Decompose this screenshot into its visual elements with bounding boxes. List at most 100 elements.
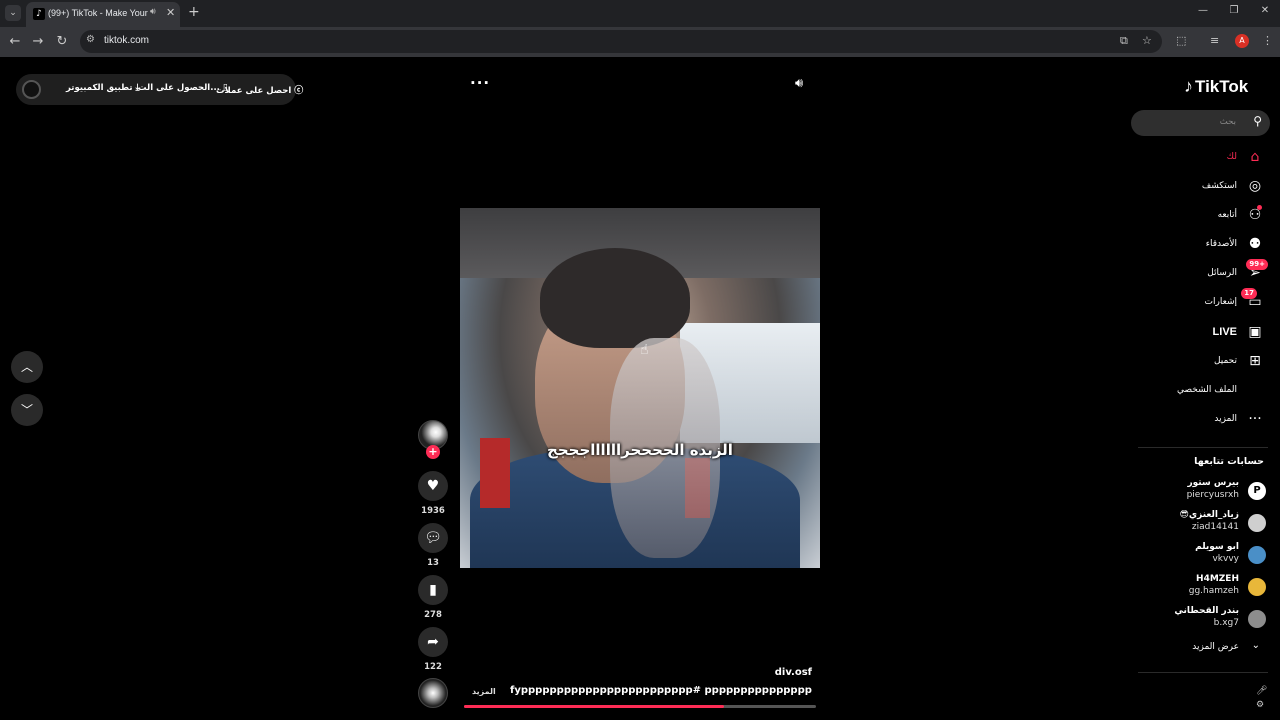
- install-app-icon[interactable]: ⧉: [1120, 34, 1128, 48]
- avatar: [1248, 546, 1266, 564]
- video-player[interactable]: الزبده الححححرااااااجججج ☝: [460, 208, 820, 568]
- site-info-icon[interactable]: ⚙: [86, 34, 95, 45]
- browser-menu-icon[interactable]: ⋮: [1262, 34, 1273, 47]
- sidebar-item-following[interactable]: ⚇ أتابعه: [1140, 205, 1265, 228]
- friends-icon: ⚉: [1248, 236, 1262, 252]
- video-progress-bar[interactable]: [464, 705, 816, 708]
- previous-video-button[interactable]: ︿: [11, 351, 43, 383]
- get-coins-link[interactable]: احصل على عملات ⓒ: [216, 83, 303, 96]
- close-tab-icon[interactable]: ✕: [166, 6, 175, 19]
- cursor-icon: ☝: [640, 342, 649, 358]
- sidebar-item-friends[interactable]: ⚉ الأصدقاء: [1140, 235, 1265, 257]
- see-more-label: عرض المزيد: [1192, 642, 1239, 652]
- mic-icon[interactable]: 🎤︎: [1256, 684, 1267, 698]
- share-arrow-icon[interactable]: ➦: [418, 627, 448, 657]
- search-input[interactable]: بحث ⚲: [1131, 110, 1270, 136]
- author-username[interactable]: div.osf: [700, 667, 812, 678]
- settings-icon[interactable]: ⚙: [1256, 698, 1267, 712]
- tab-title: (99+) TikTok - Make Your Da: [48, 8, 148, 18]
- volume-icon[interactable]: 🔊︎: [795, 76, 803, 91]
- address-bar[interactable]: ⚙ tiktok.com ⧉ ☆: [80, 30, 1162, 53]
- following-account[interactable]: زياد_العنزي😎 ziad14141: [1150, 509, 1268, 539]
- forward-icon[interactable]: →: [29, 33, 47, 51]
- footer-mini-icons: 🎤︎ ⚙: [1256, 684, 1267, 712]
- tiktok-page: تطبيق الكمبيوتر ⤓ الحصول على الت... ▯ اح…: [0, 57, 1280, 720]
- following-account[interactable]: H4MZEH gg.hamzeh: [1150, 573, 1268, 603]
- new-tab-button[interactable]: +: [188, 4, 200, 20]
- sidebar-item-label: تحميل: [1213, 356, 1237, 366]
- media-controls-icon[interactable]: ≡: [1210, 34, 1219, 47]
- more-icon: ···: [1248, 411, 1262, 427]
- sidebar-item-explore[interactable]: ◎ استكشف: [1140, 177, 1265, 199]
- live-icon: ▣: [1248, 324, 1262, 340]
- follow-plus-icon[interactable]: +: [426, 445, 440, 459]
- sidebar-item-label: المزيد: [1214, 414, 1237, 424]
- account-handle: gg.hamzeh: [1188, 586, 1239, 596]
- account-name: زياد_العنزي😎: [1179, 510, 1239, 520]
- like-heart-icon[interactable]: ♥: [418, 471, 448, 501]
- video-frame-hair: [540, 248, 690, 348]
- theme-toggle[interactable]: [22, 80, 41, 99]
- notifications-badge: 17: [1241, 288, 1257, 299]
- sidebar-item-label: لك: [1226, 152, 1237, 162]
- reload-icon[interactable]: ↻: [53, 33, 71, 51]
- share-count: 122: [424, 662, 442, 672]
- music-disc-icon[interactable]: [418, 678, 448, 708]
- restore-icon[interactable]: ❐: [1226, 5, 1242, 16]
- account-handle: b.xg7: [1213, 618, 1239, 628]
- search-icon[interactable]: ⚲: [1253, 114, 1262, 128]
- coin-icon: ⓒ: [294, 86, 304, 96]
- close-window-icon[interactable]: ✕: [1257, 5, 1273, 16]
- following-account[interactable]: ابو سويلم vkvvy: [1150, 541, 1268, 571]
- sidebar-divider: [1138, 447, 1268, 448]
- sidebar-item-label: إشعارات: [1204, 297, 1237, 307]
- next-video-button[interactable]: ﹀: [11, 394, 43, 426]
- sidebar-item-more[interactable]: ··· المزيد: [1140, 410, 1265, 432]
- sidebar-item-messages[interactable]: ➢ 99+ الرسائل: [1140, 259, 1268, 286]
- pc-app-label: تطبيق الكمبيوتر: [66, 83, 133, 93]
- tiktok-logo[interactable]: ♪ TikTok: [1184, 76, 1248, 97]
- sidebar-item-profile[interactable]: الملف الشخصي: [1140, 381, 1265, 403]
- browser-tab[interactable]: ♪ (99+) TikTok - Make Your Da 🔊︎ ✕: [26, 2, 180, 27]
- account-name: ابو سويلم: [1195, 542, 1239, 552]
- pc-app-link[interactable]: تطبيق الكمبيوتر ⤓: [66, 83, 139, 93]
- sidebar-item-label: الملف الشخصي: [1177, 385, 1237, 395]
- sidebar-item-notifications[interactable]: ▭ 17 إشعارات: [1140, 288, 1265, 315]
- sidebar-item-live[interactable]: ▣ LIVE: [1140, 323, 1265, 345]
- account-handle: vkvvy: [1212, 554, 1239, 564]
- get-app-label: الحصول على الت...: [138, 83, 220, 93]
- account-name: H4MZEH: [1196, 574, 1239, 584]
- sidebar-divider: [1138, 672, 1268, 673]
- avatar: [1248, 610, 1266, 628]
- like-count: 1936: [421, 506, 445, 516]
- chevron-down-icon: ⌄: [1251, 640, 1260, 651]
- sidebar-item-label: LIVE: [1212, 326, 1237, 338]
- tab-search-button[interactable]: ⌄: [5, 5, 21, 21]
- sidebar-item-for-you[interactable]: ⌂ لك: [1140, 148, 1265, 170]
- tab-audio-icon[interactable]: 🔊︎: [150, 7, 156, 17]
- minimize-icon[interactable]: —: [1195, 5, 1211, 16]
- following-account[interactable]: بندر القحطاني b.xg7: [1150, 605, 1268, 635]
- save-count: 278: [424, 610, 442, 620]
- avatar: [1248, 578, 1266, 596]
- bookmark-icon[interactable]: ▮: [418, 575, 448, 605]
- url-text[interactable]: tiktok.com: [104, 35, 149, 46]
- following-account[interactable]: P بيرس ستور piercyusrxh: [1150, 477, 1268, 507]
- sidebar-item-upload[interactable]: ⊞ تحميل: [1140, 352, 1265, 374]
- home-icon: ⌂: [1250, 149, 1260, 165]
- see-more-button[interactable]: عرض المزيد ⌄: [1140, 640, 1265, 655]
- promo-bar: تطبيق الكمبيوتر ⤓ الحصول على الت... ▯ اح…: [16, 74, 303, 105]
- back-icon[interactable]: ←: [6, 33, 24, 51]
- get-app-link[interactable]: الحصول على الت... ▯: [138, 83, 228, 93]
- extensions-icon[interactable]: ⬚: [1176, 34, 1186, 47]
- comment-icon[interactable]: 💬︎: [418, 523, 448, 553]
- profile-avatar[interactable]: A: [1235, 34, 1249, 48]
- browser-toolbar: ← → ↻ ⚙ tiktok.com ⧉ ☆ ⬚ ≡ A ⋮: [0, 27, 1280, 57]
- description-more-button[interactable]: المزيد: [472, 687, 496, 696]
- bookmark-star-icon[interactable]: ☆: [1142, 34, 1152, 47]
- video-progress-fill: [464, 705, 725, 708]
- more-options-icon[interactable]: ···: [470, 74, 490, 92]
- comment-count: 13: [427, 558, 439, 568]
- browser-tab-bar: ⌄ ♪ (99+) TikTok - Make Your Da 🔊︎ ✕ + —…: [0, 0, 1280, 27]
- sidebar-item-label: أتابعه: [1217, 210, 1237, 220]
